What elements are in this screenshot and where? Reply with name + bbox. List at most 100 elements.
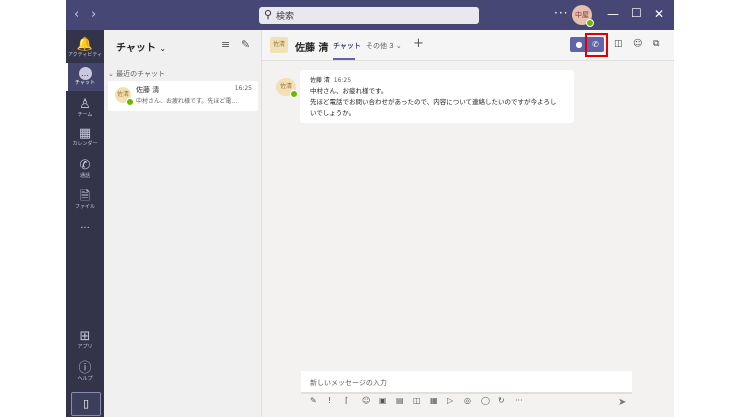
format-icon[interactable]: ✎: [310, 396, 317, 405]
rail-item-calls[interactable]: ✆ 通話: [66, 159, 104, 180]
chat-list-title[interactable]: チャット ⌄: [116, 39, 166, 54]
gif-icon[interactable]: ▣: [379, 396, 387, 405]
add-tab-button[interactable]: +: [413, 36, 424, 51]
emoji-icon[interactable]: ☺: [362, 396, 370, 405]
rail-label: チーム: [77, 112, 93, 118]
user-avatar[interactable]: 中屋: [572, 5, 594, 27]
search-input[interactable]: ⚲ 検索: [259, 7, 479, 24]
video-camera-icon: ●: [575, 40, 583, 49]
device-button[interactable]: ▯: [71, 392, 101, 416]
conversation-header: 佐清 佐藤 清 チャット その他 3 ⌄ + ● ✆ ◫ ☺ ⧉: [262, 30, 674, 61]
video-call-button[interactable]: ●: [572, 37, 586, 52]
chat-preview: 中村さん、お疲れ様です。先ほど電...: [136, 98, 238, 105]
help-icon: ⓘ: [78, 361, 92, 376]
rail-item-calendar[interactable]: ▦ カレンダー: [66, 127, 104, 148]
bell-icon: 🔔: [76, 37, 94, 52]
presence-available-icon: [290, 90, 298, 98]
chevron-down-icon: ⌄: [395, 42, 402, 50]
presence-available-icon: [586, 19, 594, 27]
message-bubble: 佐藤 清 16:25 中村さん、お疲れ様です。 先ほど電話でお問い合わせがあった…: [300, 70, 574, 123]
important-icon[interactable]: !: [328, 396, 331, 405]
maximize-icon[interactable]: ☐: [631, 6, 642, 20]
section-label: 最近のチャット: [116, 70, 166, 78]
chat-name: 佐藤 清: [136, 86, 160, 94]
message-sender: 佐藤 清: [310, 77, 330, 84]
chat-list-item[interactable]: 佐清 佐藤 清 16:25 中村さん、お疲れ様です。先ほど電...: [108, 81, 258, 111]
screen-share-icon[interactable]: ◫: [614, 39, 623, 49]
rail-item-teams[interactable]: ♙ チーム: [66, 98, 104, 119]
message-time: 16:25: [333, 77, 352, 84]
calendar-icon: ▦: [78, 126, 92, 141]
sticker-icon[interactable]: ▤: [396, 396, 404, 405]
idea-icon[interactable]: ◯: [481, 396, 490, 405]
avatar-initials: 佐清: [116, 91, 129, 98]
forward-arrow-icon[interactable]: ›: [91, 7, 96, 23]
more-options-icon[interactable]: ···: [515, 396, 523, 405]
pop-out-icon[interactable]: ⧉: [653, 39, 659, 49]
apps-icon: ⊞: [79, 329, 91, 344]
back-arrow-icon[interactable]: ‹: [74, 7, 79, 23]
rail-label: ファイル: [74, 204, 95, 210]
user-initials: 中屋: [575, 11, 589, 19]
phone-icon: ✆: [79, 158, 91, 173]
schedule-icon[interactable]: ▦: [430, 396, 438, 405]
chevron-down-icon: ⌄: [159, 44, 167, 53]
loop-icon[interactable]: ↻: [498, 396, 505, 405]
new-chat-icon[interactable]: ✎: [241, 38, 250, 51]
close-icon[interactable]: ✕: [654, 7, 664, 21]
avatar-initials: 佐清: [272, 41, 285, 48]
chat-list-pane: チャット ⌄ ≡ ✎ ⌄ 最近のチャット 佐清 佐藤 清 16:25 中村さん、…: [104, 30, 262, 417]
rail-item-apps[interactable]: ⊞ アプリ: [66, 330, 104, 351]
rail-label: ヘルプ: [77, 376, 93, 382]
rail-label: カレンダー: [72, 141, 98, 147]
rail-item-help[interactable]: ⓘ ヘルプ: [66, 362, 104, 383]
compose-toolbar: ✎ ! ⌈ ☺ ▣ ▤ ◫ ▦ ▷ ◎ ◯ ↻ ···: [310, 396, 640, 410]
tab-chat[interactable]: チャット: [333, 41, 361, 51]
teams-window: ‹ › ⚲ 検索 ··· 中屋 — ☐ ✕ 🔔 アクティビティ … チャット ♙…: [66, 0, 674, 417]
rail-item-chat[interactable]: … チャット: [66, 63, 104, 91]
meet-now-icon[interactable]: ◫: [413, 396, 421, 405]
stream-icon[interactable]: ▷: [447, 396, 453, 405]
avatar-initials: 佐清: [279, 83, 292, 90]
attach-icon[interactable]: ⌈: [345, 396, 348, 405]
chat-list-title-text: チャット: [116, 43, 156, 54]
rail-item-activity[interactable]: 🔔 アクティビティ: [66, 38, 104, 59]
tab-more[interactable]: その他 3 ⌄: [366, 41, 402, 51]
chat-bubble-icon: …: [78, 67, 92, 80]
active-tab-indicator: [333, 58, 355, 60]
highlight-box: [585, 33, 608, 57]
mobile-device-icon: ▯: [82, 397, 90, 410]
send-icon[interactable]: ➤: [618, 397, 626, 408]
file-icon: 🗎: [79, 189, 91, 204]
title-bar: ‹ › ⚲ 検索 ··· 中屋 — ☐ ✕: [66, 0, 674, 30]
chat-time: 16:25: [234, 85, 252, 92]
message-line: 中村さん、お疲れ様です。: [310, 87, 388, 95]
search-icon: ⚲: [264, 8, 273, 21]
rail-label: 通話: [79, 173, 90, 179]
more-options-icon[interactable]: ···: [554, 6, 568, 20]
filter-icon[interactable]: ≡: [221, 38, 230, 51]
compose-placeholder: 新しいメッセージの入力: [310, 379, 387, 387]
avatar: 佐清: [115, 87, 134, 106]
minimize-icon[interactable]: —: [607, 7, 619, 21]
rail-item-files[interactable]: 🗎 ファイル: [66, 190, 104, 211]
add-people-icon[interactable]: ☺: [633, 39, 642, 49]
rail-label: アクティビティ: [67, 52, 103, 58]
message-compose-box[interactable]: 新しいメッセージの入力: [301, 371, 632, 394]
rail-label: アプリ: [77, 344, 93, 350]
tab-more-label: その他 3: [366, 42, 394, 50]
rail-label: チャット: [75, 80, 95, 86]
recent-chats-section[interactable]: ⌄ 最近のチャット: [108, 69, 165, 79]
message-avatar: 佐清: [276, 78, 298, 98]
avatar: 佐清: [270, 37, 288, 53]
conversation-name: 佐藤 清: [295, 43, 329, 54]
message-meta: 佐藤 清 16:25: [310, 75, 351, 84]
message-line: 先ほど電話でお問い合わせがあったので、内容について連絡したいのですが今よろし: [310, 98, 557, 106]
praise-icon[interactable]: ◎: [464, 396, 471, 405]
search-placeholder: 検索: [276, 12, 295, 22]
more-icon: ···: [80, 223, 90, 234]
presence-available-icon: [126, 98, 134, 106]
active-indicator: [66, 63, 68, 91]
rail-more-button[interactable]: ···: [66, 223, 104, 234]
message-line: いでしょうか。: [310, 109, 356, 117]
